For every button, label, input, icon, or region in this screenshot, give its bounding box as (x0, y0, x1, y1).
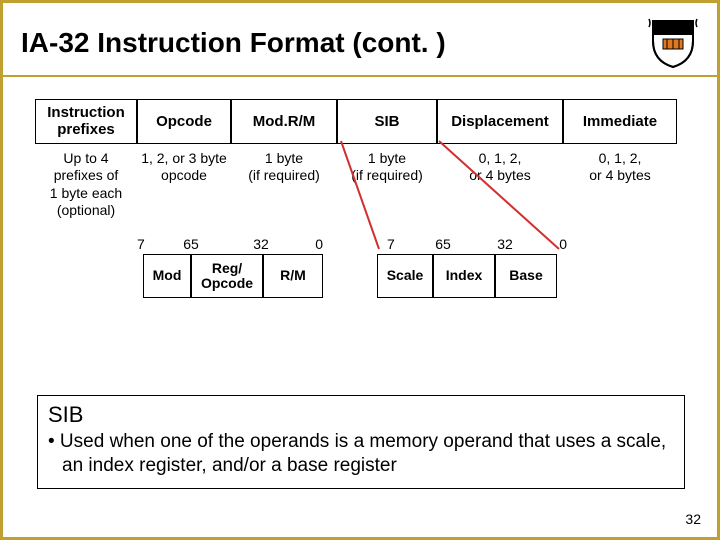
bit-numbers-row: 7 6 5 3 2 0 7 6 5 3 2 0 (35, 236, 677, 252)
sib-explain-box: SIB • Used when one of the operands is a… (37, 395, 685, 489)
desc-modrm: 1 byte (if required) (231, 148, 337, 220)
desc-prefix: Up to 4 prefixes of 1 byte each (optiona… (35, 148, 137, 220)
desc-sib: 1 byte (if required) (337, 148, 437, 220)
page-number: 32 (685, 511, 701, 527)
hdr-opcode: Opcode (137, 99, 231, 144)
hdr-modrm: Mod.R/M (231, 99, 337, 144)
sib-explain-bullet: • Used when one of the operands is a mem… (48, 430, 674, 478)
desc-opcode: 1, 2, or 3 byte opcode (137, 148, 231, 220)
bits-modrm: 7 6 5 3 2 0 (137, 236, 337, 252)
hdr-imm: Immediate (563, 99, 677, 144)
modrm-reg: Reg/ Opcode (191, 254, 263, 299)
slide: IA-32 Instruction Format (cont. ) Instru… (0, 0, 720, 540)
modrm-breakdown: Mod Reg/ Opcode R/M (143, 254, 323, 299)
sib-explain-label: SIB (48, 402, 674, 428)
princeton-shield-logo (647, 17, 699, 69)
title-area: IA-32 Instruction Format (cont. ) (3, 3, 717, 77)
format-desc-row: Up to 4 prefixes of 1 byte each (optiona… (35, 148, 677, 220)
desc-disp: 0, 1, 2, or 4 bytes (437, 148, 563, 220)
subbyte-tables: Mod Reg/ Opcode R/M Scale Index Base (35, 254, 677, 299)
desc-imm: 0, 1, 2, or 4 bytes (563, 148, 677, 220)
sib-base: Base (495, 254, 557, 299)
hdr-disp: Displacement (437, 99, 563, 144)
modrm-rm: R/M (263, 254, 323, 299)
format-header-row: Instruction prefixes Opcode Mod.R/M SIB … (35, 99, 677, 144)
hdr-sib: SIB (337, 99, 437, 144)
modrm-mod: Mod (143, 254, 191, 299)
sib-index: Index (433, 254, 495, 299)
sib-scale: Scale (377, 254, 433, 299)
bits-sib: 7 6 5 3 2 0 (387, 236, 613, 252)
sib-breakdown: Scale Index Base (377, 254, 557, 299)
content-area: Instruction prefixes Opcode Mod.R/M SIB … (3, 77, 717, 298)
hdr-prefix: Instruction prefixes (35, 99, 137, 144)
page-title: IA-32 Instruction Format (cont. ) (21, 27, 446, 59)
